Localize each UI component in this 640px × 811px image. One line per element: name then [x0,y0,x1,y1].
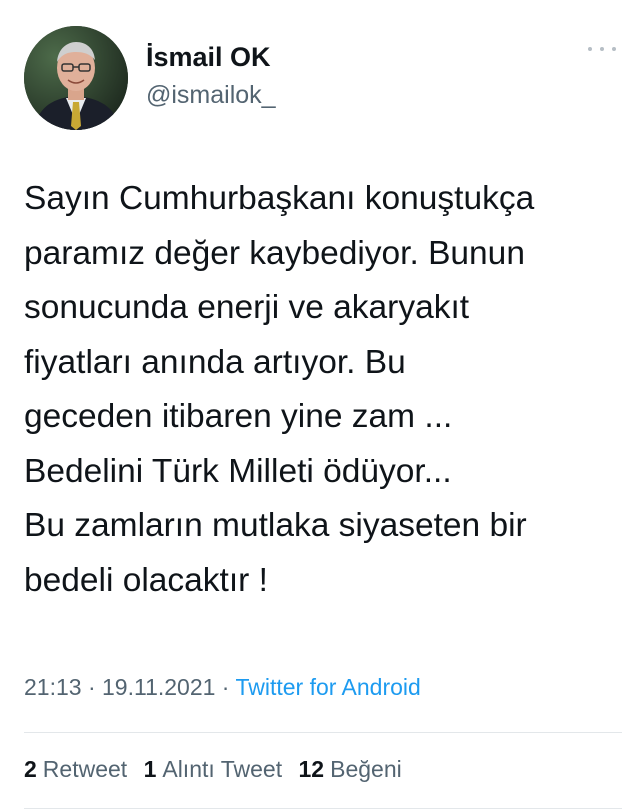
tweet-text-line: fiyatları anında artıyor. Bu [24,343,406,381]
quote-count: 1 [143,756,157,782]
tweet-source-link[interactable]: Twitter for Android [235,674,420,700]
like-count: 12 [298,756,325,782]
quote-label: Alıntı Tweet [162,756,283,782]
quote-tweets-stat[interactable]: 1 Alıntı Tweet [144,756,283,782]
meta-separator: · [215,674,236,700]
avatar-image [24,26,128,130]
avatar[interactable] [24,26,128,130]
tweet-header: İsmail OK @ismailok_ [24,26,616,132]
tweet-text-line: Bedelini Türk Milleti ödüyor... [24,452,452,490]
like-label: Beğeni [330,756,402,782]
display-name[interactable]: İsmail OK [146,40,276,74]
tweet-text: Sayın Cumhurbaşkanı konuştukça paramız d… [24,172,628,608]
more-dot [600,47,604,51]
tweet-meta: 21:13 · 19.11.2021 · Twitter for Android [24,670,421,704]
tweet-text-line: paramız değer kaybediyor. Bunun [24,234,525,272]
tweet-text-line: Bu zamların mutlaka siyaseten bir [24,507,527,544]
tweet-text-line: Sayın Cumhurbaşkanı konuştukça [24,180,535,217]
retweets-stat[interactable]: 2 Retweet [24,756,127,782]
tweet-stats: 2 Retweet 1 Alıntı Tweet 12 Beğeni [24,752,412,786]
likes-stat[interactable]: 12 Beğeni [299,756,402,782]
tweet-text-line: bedeli olacaktır ! [24,561,268,599]
tweet-time[interactable]: 21:13 [24,674,82,700]
author-names: İsmail OK @ismailok_ [146,40,276,112]
retweet-label: Retweet [42,756,128,782]
tweet-card: İsmail OK @ismailok_ Sayın Cumhurbaşkanı… [0,0,640,811]
tweet-text-line: sonucunda enerji ve akaryakıt [24,289,470,326]
user-handle[interactable]: @ismailok_ [146,78,276,112]
divider [24,808,622,809]
more-dot [588,47,592,51]
retweet-count: 2 [24,756,37,782]
tweet-date[interactable]: 19.11.2021 [102,674,215,700]
more-horizontal-icon[interactable] [588,44,616,54]
tweet-text-line: geceden itibaren yine zam ... [24,398,453,435]
meta-separator: · [81,674,103,700]
more-dot [612,47,616,51]
divider [24,732,622,733]
